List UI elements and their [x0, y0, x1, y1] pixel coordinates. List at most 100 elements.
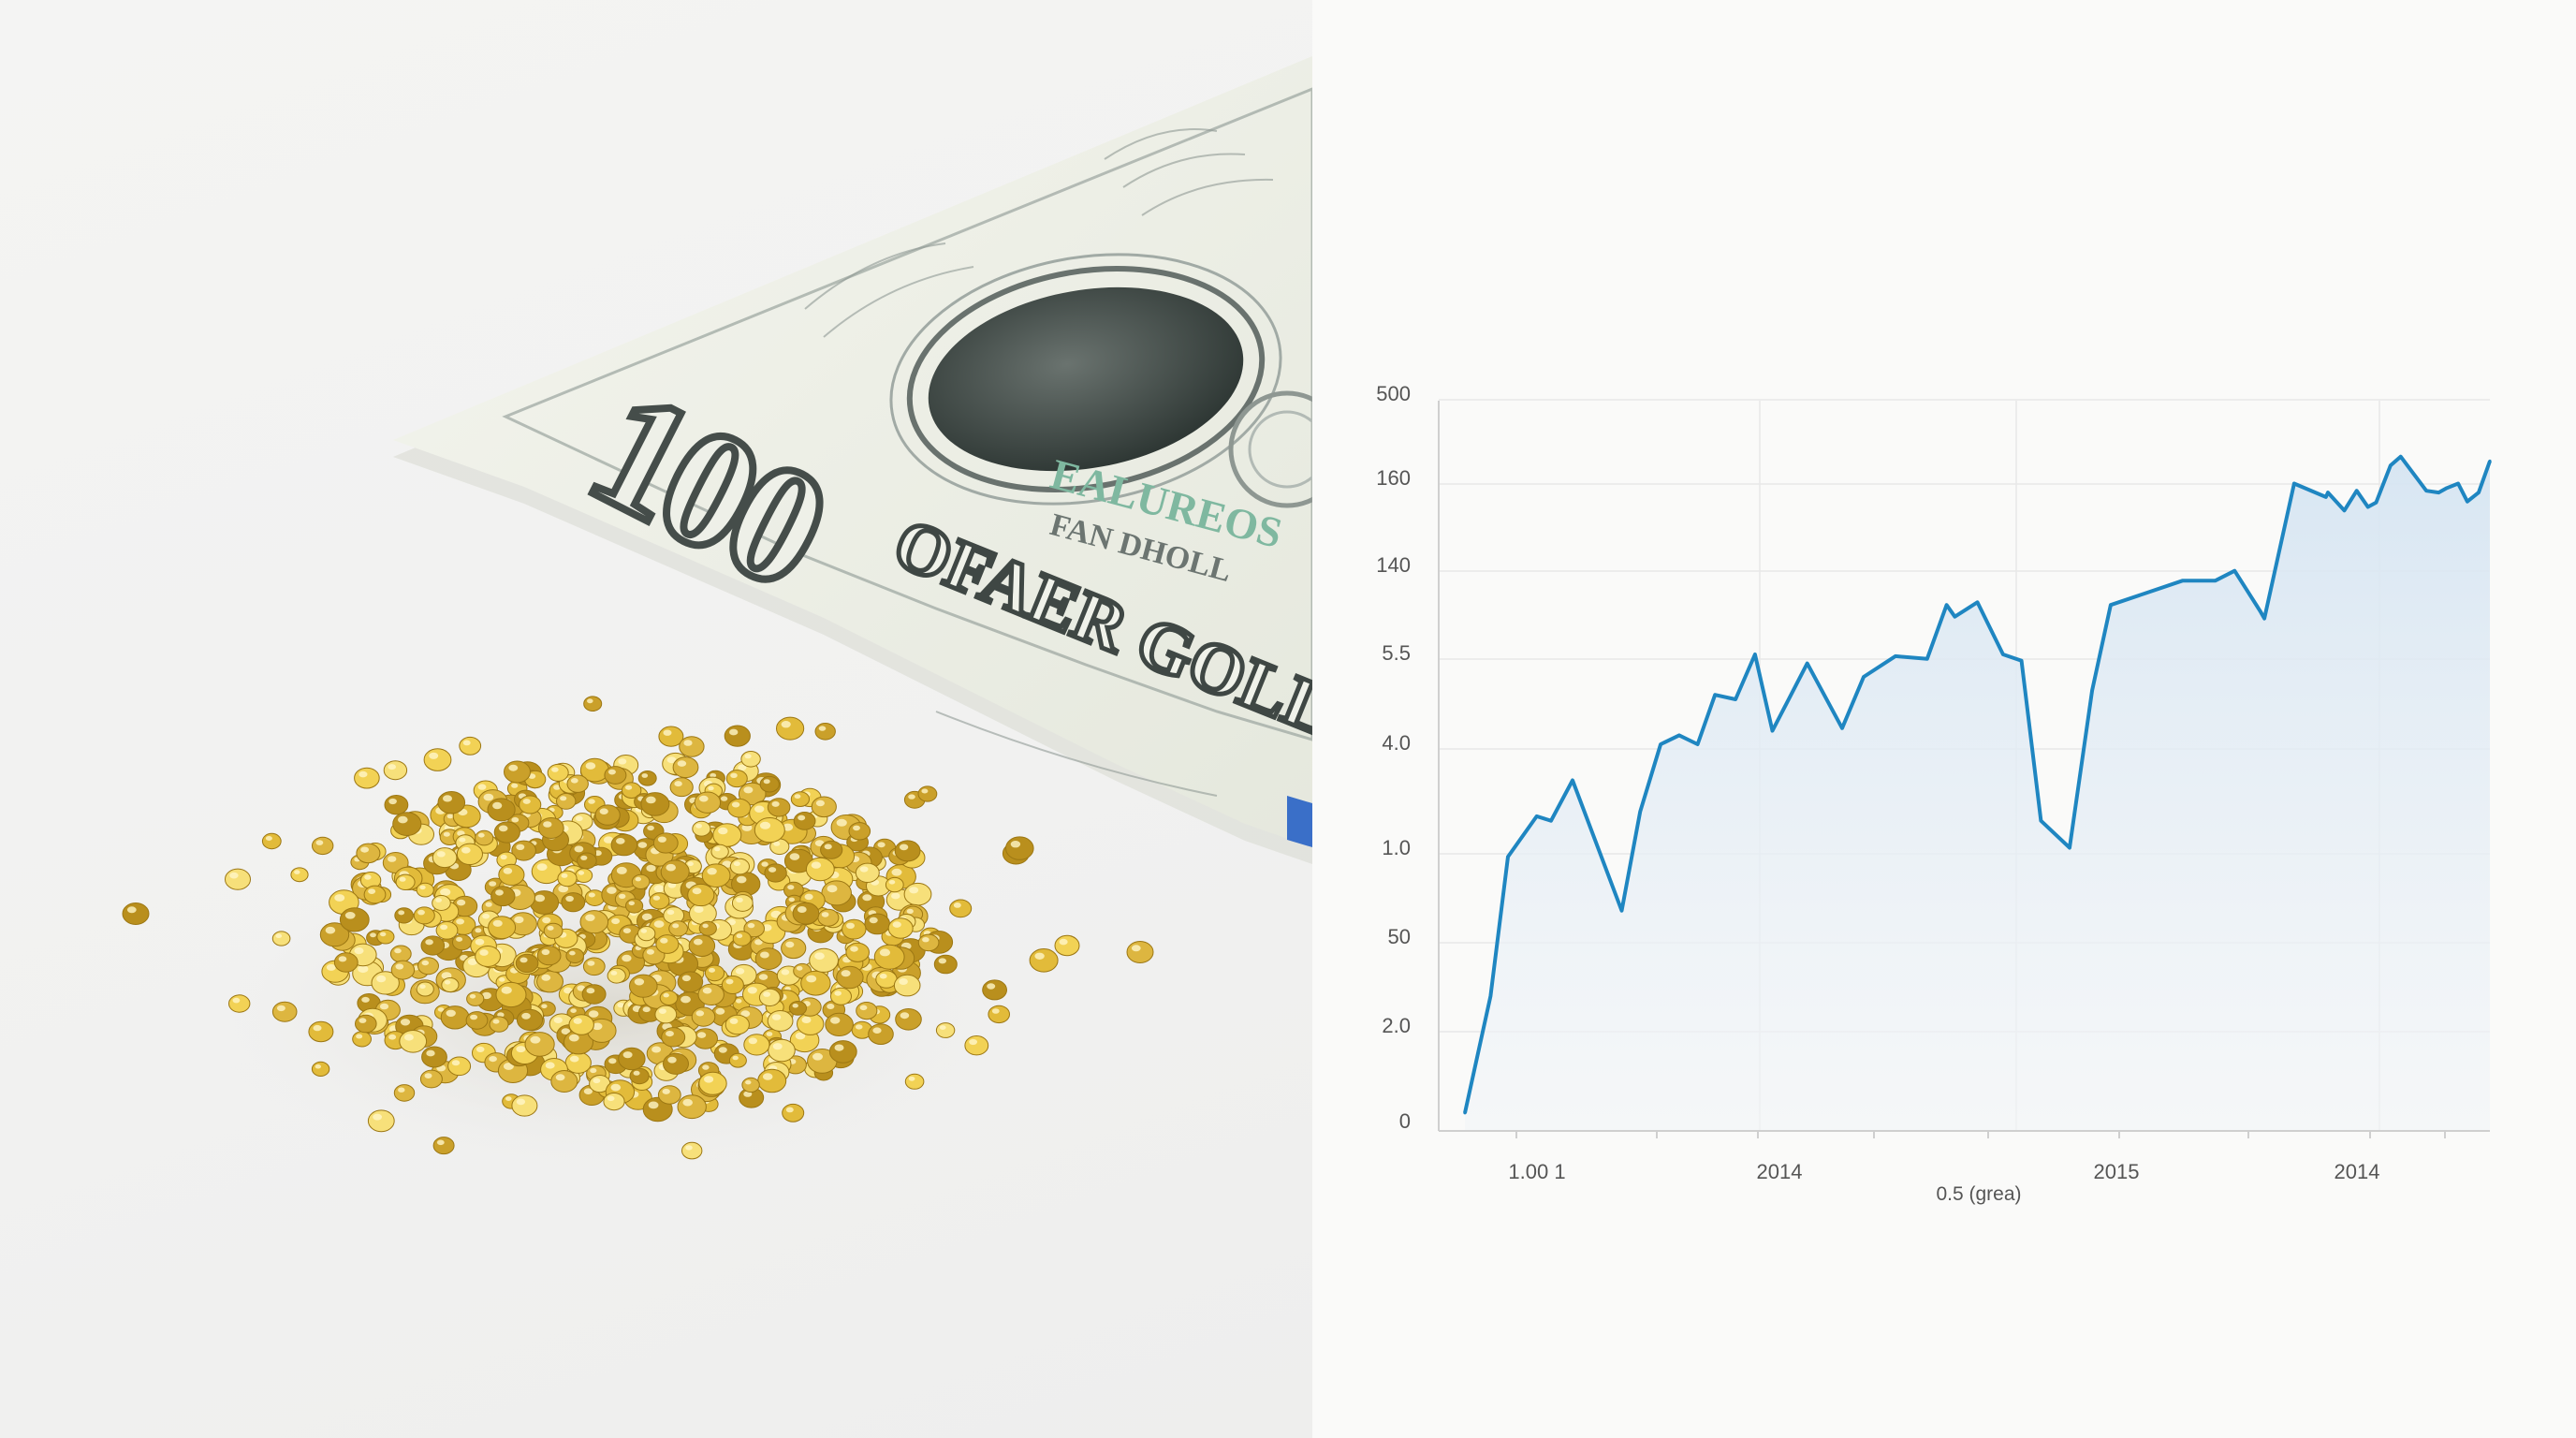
gold-nugget	[584, 889, 606, 906]
data-point	[2399, 455, 2403, 459]
gold-nugget	[982, 979, 1007, 1001]
gold-nugget-highlight	[792, 1003, 798, 1008]
gold-nugget	[767, 798, 791, 817]
gold-nugget-highlight	[648, 1101, 659, 1109]
data-point	[1506, 855, 1510, 858]
gold-nugget-highlight	[521, 1012, 531, 1020]
gold-nugget-highlight	[561, 873, 568, 878]
gold-nugget-highlight	[394, 947, 402, 954]
gold-nugget-highlight	[736, 999, 742, 1004]
gold-nugget	[704, 964, 725, 982]
gold-nugget-highlight	[748, 1037, 757, 1045]
gold-nugget-highlight	[616, 838, 625, 844]
data-point	[2445, 486, 2449, 490]
data-point	[1806, 662, 1809, 666]
gold-nugget	[629, 974, 658, 998]
gold-nugget-highlight	[763, 779, 770, 785]
gold-nugget-highlight	[758, 974, 768, 980]
gold-nugget-highlight	[747, 922, 755, 929]
gold-nugget-highlight	[607, 887, 617, 894]
gold-nugget-highlight	[325, 926, 336, 934]
gold-nugget-highlight	[785, 941, 795, 948]
gold-nugget-highlight	[651, 1046, 662, 1053]
gold-nugget	[352, 1031, 373, 1048]
gold-nugget-highlight	[715, 1007, 725, 1015]
gold-nugget	[741, 1077, 760, 1093]
gold-nugget	[568, 1014, 594, 1035]
data-point	[2324, 495, 2328, 499]
gold-nugget-highlight	[834, 990, 842, 996]
gold-nugget-highlight	[695, 1010, 705, 1017]
gold-nugget-highlight	[762, 1073, 773, 1080]
gold-nugget-highlight	[419, 885, 426, 890]
gold-nugget-highlight	[516, 1046, 526, 1053]
data-point	[2389, 463, 2393, 467]
gold-nugget-highlight	[687, 861, 694, 866]
gold-nugget	[610, 833, 638, 857]
gold-nugget	[575, 868, 593, 883]
gold-nugget-highlight	[772, 1043, 783, 1050]
data-point	[1696, 742, 1700, 746]
gold-nugget-highlight	[1059, 938, 1068, 946]
gold-nugget	[687, 883, 715, 907]
gold-nugget-highlight	[359, 1018, 367, 1023]
gold-nugget-highlight	[568, 1034, 579, 1042]
gold-nugget	[663, 1052, 689, 1075]
gold-nugget	[536, 946, 562, 966]
gold-and-banknote-photo: 100 EALUREOS FAN DHOLL OFAER GOLL	[122, 56, 1312, 1180]
gold-nugget-highlight	[921, 788, 929, 794]
gold-nugget-highlight	[766, 1032, 773, 1036]
gold-nugget	[868, 1023, 894, 1045]
gold-nugget-highlight	[501, 986, 512, 994]
gold-nugget-highlight	[634, 978, 645, 986]
gold-nugget-highlight	[590, 1067, 597, 1074]
gold-nugget-highlight	[334, 894, 345, 902]
gold-nugget-highlight	[477, 784, 487, 790]
gold-nugget-highlight	[640, 929, 648, 933]
gold-nugget-highlight	[718, 1047, 727, 1053]
gold-nugget	[432, 895, 451, 911]
gold-nugget-highlight	[666, 909, 675, 916]
gold-nugget-highlight	[565, 895, 574, 902]
gold-nugget-highlight	[1010, 841, 1021, 848]
gold-nugget-highlight	[588, 799, 595, 804]
gold-nugget-highlight	[821, 912, 829, 917]
gold-nugget	[550, 1070, 578, 1093]
gold-nugget-highlight	[991, 1008, 1000, 1014]
data-point	[2355, 489, 2359, 492]
gold-nugget-highlight	[543, 821, 552, 828]
data-point	[1953, 615, 1956, 619]
gold-nugget	[395, 873, 416, 890]
gold-nugget	[440, 1005, 470, 1030]
gold-nugget-highlight	[841, 970, 851, 977]
gold-nugget-highlight	[388, 1034, 397, 1040]
gold-nugget-highlight	[850, 946, 858, 952]
data-point	[1463, 1111, 1467, 1115]
data-point	[2213, 579, 2217, 582]
gold-nugget-highlight	[674, 781, 682, 787]
gold-nugget	[383, 760, 408, 781]
gold-nugget	[821, 880, 853, 906]
data-point	[2477, 491, 2481, 494]
gold-nugget	[728, 1052, 747, 1068]
gold-nugget-highlight	[692, 888, 702, 895]
gold-nugget-highlight	[637, 842, 648, 848]
gold-nugget-highlight	[900, 1012, 910, 1020]
gold-nugget	[691, 1006, 716, 1027]
gold-nugget-highlight	[440, 888, 451, 896]
gold-nugget	[894, 840, 921, 862]
gold-nugget-highlight	[855, 1024, 863, 1030]
gold-nugget-highlight	[368, 888, 376, 894]
gold-nugget-highlight	[599, 808, 608, 814]
gold-nugget	[864, 913, 891, 935]
gold-nugget-highlight	[633, 1070, 640, 1076]
gold-nugget-highlight	[619, 893, 626, 900]
gold-nugget-highlight	[662, 1088, 670, 1094]
gold-nugget-highlight	[436, 1139, 445, 1146]
gold-nugget-highlight	[580, 855, 588, 860]
gold-nugget	[732, 931, 752, 946]
gold-nugget	[311, 1061, 330, 1078]
gold-nugget-highlight	[313, 1024, 322, 1032]
gold-nugget	[581, 984, 607, 1005]
gold-nugget-highlight	[694, 938, 703, 946]
